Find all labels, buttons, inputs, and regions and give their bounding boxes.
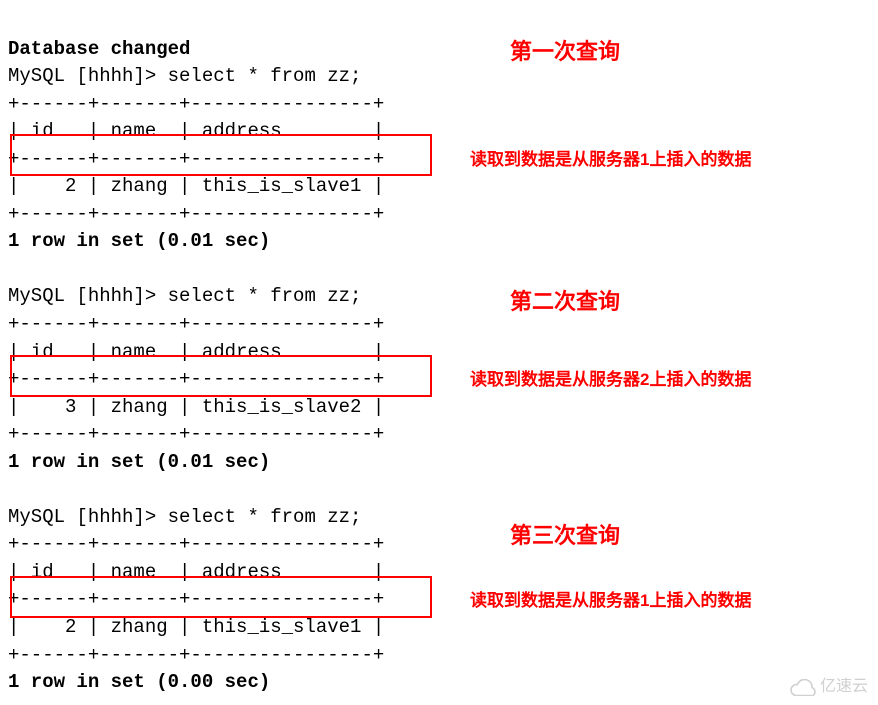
query-1-border-mid: +------+-------+----------------+ [8,148,384,170]
query-3-border-bot: +------+-------+----------------+ [8,644,384,666]
query-3-header: | id | name | address | [8,561,384,583]
annotation-note-1: 读取到数据是从服务器1上插入的数据 [470,148,751,173]
query-2-prompt: MySQL [hhhh]> select * from zz; [8,285,361,307]
annotation-title-1: 第一次查询 [510,36,620,68]
query-1-border-top: +------+-------+----------------+ [8,93,384,115]
cloud-icon [790,679,816,696]
query-3-row: | 2 | zhang | this_is_slave1 | [8,616,384,638]
query-3-border-mid: +------+-------+----------------+ [8,588,384,610]
db-changed: Database changed [8,38,190,60]
query-2-border-mid: +------+-------+----------------+ [8,368,384,390]
query-1-header: | id | name | address | [8,120,384,142]
query-1-border-bot: +------+-------+----------------+ [8,203,384,225]
query-2-header: | id | name | address | [8,341,384,363]
query-1-row: | 2 | zhang | this_is_slave1 | [8,175,384,197]
query-2-footer: 1 row in set (0.01 sec) [8,451,270,473]
annotation-note-3: 读取到数据是从服务器1上插入的数据 [470,589,751,614]
annotation-note-2: 读取到数据是从服务器2上插入的数据 [470,368,751,393]
query-3-footer: 1 row in set (0.00 sec) [8,671,270,693]
query-1-footer: 1 row in set (0.01 sec) [8,230,270,252]
query-3-prompt: MySQL [hhhh]> select * from zz; [8,506,361,528]
query-3-border-top: +------+-------+----------------+ [8,533,384,555]
query-2-border-bot: +------+-------+----------------+ [8,423,384,445]
query-2-border-top: +------+-------+----------------+ [8,313,384,335]
query-2-row: | 3 | zhang | this_is_slave2 | [8,396,384,418]
watermark: 亿速云 [790,675,868,698]
annotation-title-3: 第三次查询 [510,520,620,552]
watermark-text: 亿速云 [820,675,868,698]
annotation-title-2: 第二次查询 [510,286,620,318]
query-1-prompt: MySQL [hhhh]> select * from zz; [8,65,361,87]
